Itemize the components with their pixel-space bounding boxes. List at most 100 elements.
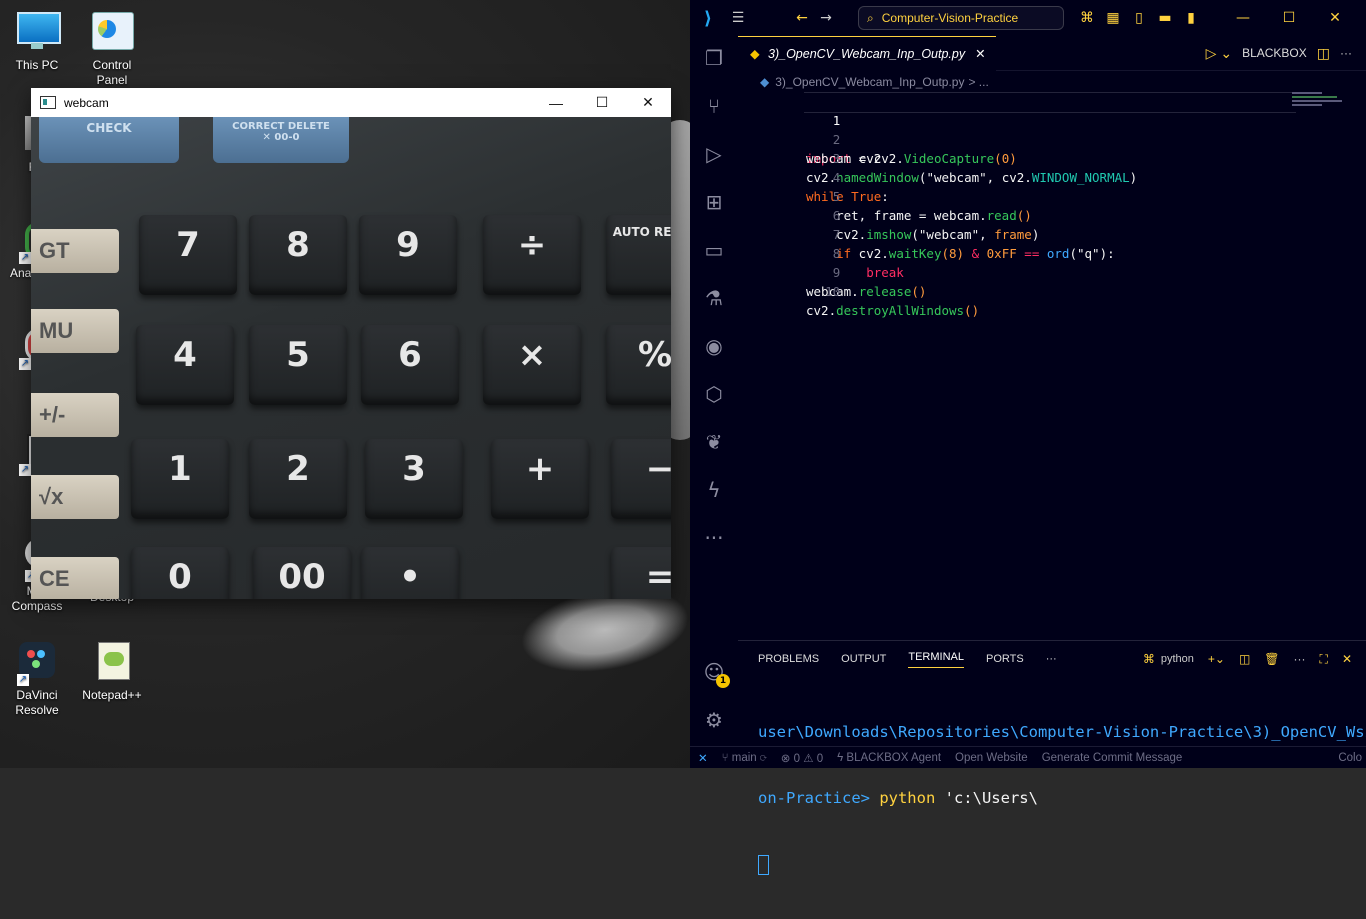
close-button[interactable]: ✕: [625, 88, 671, 117]
terminal-cursor: [758, 854, 769, 875]
control-panel-icon: [90, 10, 134, 54]
close-button[interactable]: ✕: [1312, 10, 1358, 26]
panel-tabs: PROBLEMS OUTPUT TERMINAL PORTS ··· ⌘ pyt…: [738, 641, 1366, 677]
minimap[interactable]: [1292, 92, 1352, 122]
code-line: 1 import cv2: [738, 92, 1366, 166]
branch-icon: ⑂: [721, 751, 732, 764]
editor-actions: ▷ ⌄ BLACKBOX ◫ ···: [1206, 45, 1366, 62]
github-icon[interactable]: ◉: [690, 326, 738, 366]
webcam-window[interactable]: webcam — ☐ ✕ CHECK CORRECT DELETE ✕ 00-0…: [31, 88, 671, 599]
tab-terminal[interactable]: TERMINAL: [908, 651, 964, 668]
tab-ports[interactable]: PORTS: [986, 653, 1024, 665]
terminal-prompt: on-Practice>: [758, 789, 870, 807]
code-line: 2 webcam = cv2.VideoCapture(0): [738, 111, 1366, 166]
code-line: 4 while True:: [738, 149, 1366, 204]
lightning-icon[interactable]: ϟ: [690, 470, 738, 510]
calculator-key: ×: [483, 325, 581, 405]
more-actions-icon[interactable]: ···: [1340, 46, 1352, 60]
accounts-icon[interactable]: ☺ 1: [690, 652, 738, 692]
calculator-key: 9: [359, 215, 457, 295]
desktop-icon-control-panel[interactable]: Control Panel: [77, 10, 147, 88]
branch-name: main: [731, 751, 757, 764]
minimize-button[interactable]: —: [1220, 10, 1266, 26]
run-python-icon[interactable]: ▷ ⌄: [1206, 45, 1232, 62]
vscode-window: ⟩ ☰ ← → ⌕ Computer-Vision-Practice ⌘ ▦ ▯…: [690, 0, 1366, 875]
code-line: 5 ret, frame = webcam.read(): [738, 168, 1366, 223]
kill-terminal-icon[interactable]: 🗑: [1264, 652, 1279, 666]
back-arrow-icon[interactable]: ←: [790, 10, 814, 26]
breadcrumb-file[interactable]: 3)_OpenCV_Webcam_Inp_Outp.py: [775, 75, 964, 89]
sync-icon: ⟳: [759, 751, 767, 764]
calculator-key: +: [491, 439, 589, 519]
new-terminal-icon[interactable]: +⌄: [1208, 652, 1225, 666]
close-panel-icon[interactable]: ✕: [1342, 652, 1352, 666]
shortcut-arrow-icon: ↗: [17, 674, 29, 686]
panel-more-icon[interactable]: ···: [1046, 653, 1057, 665]
forward-arrow-icon[interactable]: →: [814, 10, 838, 26]
mongodb-leaf-icon[interactable]: ❦: [690, 422, 738, 462]
source-control-icon[interactable]: ⑂: [690, 86, 738, 126]
command-center-search[interactable]: ⌕ Computer-Vision-Practice: [858, 6, 1064, 30]
open-website-status[interactable]: Open Website: [955, 752, 1028, 764]
color-status[interactable]: Colo: [1338, 752, 1366, 764]
breadcrumb[interactable]: ◆ 3)_OpenCV_Webcam_Inp_Outp.py > ...: [738, 71, 1366, 93]
toggle-sidebar-icon[interactable]: ▯: [1126, 10, 1152, 26]
code-editor[interactable]: 1 import cv2 2 webcam = cv2.VideoCapture…: [738, 92, 1366, 318]
desktop-icon-this-pc[interactable]: This PC: [2, 10, 72, 73]
tab-output[interactable]: OUTPUT: [841, 653, 886, 665]
webcam-titlebar[interactable]: webcam — ☐ ✕: [31, 88, 671, 117]
editor-tab-active[interactable]: ◆ 3)_OpenCV_Webcam_Inp_Outp.py ✕: [738, 35, 996, 71]
current-line-highlight: [804, 92, 1296, 113]
split-editor-icon[interactable]: ◫: [1317, 45, 1330, 62]
run-debug-icon[interactable]: ▷: [690, 134, 738, 174]
calculator-side-key: GT: [31, 229, 119, 273]
status-bar: ✕ ⑂ main ⟳ ⊗ 0 ⚠ 0 ϟ BLACKBOX Agent Open…: [690, 746, 1366, 768]
split-terminal-icon[interactable]: ◫: [1239, 652, 1250, 666]
terminal-shell-icon: ⌘: [1142, 652, 1155, 666]
maximize-button[interactable]: ☐: [579, 88, 625, 117]
remote-indicator-icon[interactable]: ✕: [698, 751, 708, 765]
settings-gear-icon[interactable]: ⚙: [690, 700, 738, 740]
toggle-panel-icon[interactable]: ▬: [1152, 10, 1178, 26]
tab-label: 3)_OpenCV_Webcam_Inp_Outp.py: [768, 46, 966, 61]
code-line: 3 cv2.namedWindow("webcam", cv2.WINDOW_N…: [738, 130, 1366, 185]
generate-commit-status[interactable]: Generate Commit Message: [1042, 752, 1183, 764]
extensions-icon[interactable]: ⊞: [690, 182, 738, 222]
copilot-icon[interactable]: ⌘: [1074, 10, 1100, 26]
explorer-icon[interactable]: ❐: [690, 38, 738, 78]
editor-tabs: ◆ 3)_OpenCV_Webcam_Inp_Outp.py ✕ ▷ ⌄ BLA…: [738, 35, 1366, 71]
layout-panels-icon[interactable]: ▦: [1100, 10, 1126, 26]
blackbox-agent-label: BLACKBOX Agent: [846, 751, 942, 764]
menu-icon[interactable]: ☰: [726, 10, 750, 26]
terminal-output[interactable]: user\Downloads\Repositories\Computer-Vis…: [738, 677, 1366, 919]
problems-status[interactable]: ⊗ 0 ⚠ 0: [781, 751, 823, 765]
maximize-panel-icon[interactable]: ⛶: [1320, 652, 1328, 667]
testing-icon[interactable]: ⚗: [690, 278, 738, 318]
activity-bar: ❐ ⑂ ▷ ⊞ ▭ ⚗ ◉ ⬡ ❦ ϟ ··· ☺ 1 ⚙: [690, 36, 738, 746]
toggle-secondary-sidebar-icon[interactable]: ▮: [1178, 10, 1204, 26]
tab-problems[interactable]: PROBLEMS: [758, 653, 819, 665]
shortcut-arrow-icon: ↗: [19, 252, 31, 264]
calculator-side-key: MU: [31, 309, 119, 353]
breadcrumb-more[interactable]: > ...: [968, 75, 988, 89]
desktop-icon-notepadpp[interactable]: Notepad++: [77, 640, 147, 703]
blackbox-button[interactable]: BLACKBOX: [1242, 46, 1307, 60]
tab-close-icon[interactable]: ✕: [975, 46, 985, 61]
branch-status[interactable]: ⑂ main ⟳: [722, 752, 767, 764]
remote-explorer-icon[interactable]: ▭: [690, 230, 738, 270]
desktop-icon-davinci[interactable]: ↗ DaVinci Resolve: [2, 640, 72, 718]
calculator-key: 1: [131, 439, 229, 519]
calculator-key: 0: [131, 547, 229, 599]
calculator-check-key: CHECK: [39, 117, 179, 163]
more-icon[interactable]: ···: [690, 518, 738, 558]
containers-icon[interactable]: ⬡: [690, 374, 738, 414]
panel-more-icon[interactable]: ···: [1294, 652, 1306, 666]
maximize-button[interactable]: ☐: [1266, 10, 1312, 26]
shortcut-arrow-icon: ↗: [19, 358, 31, 370]
blackbox-agent-status[interactable]: ϟ BLACKBOX Agent: [837, 752, 941, 764]
accounts-badge: 1: [716, 674, 730, 688]
calculator-key: 3: [365, 439, 463, 519]
terminal-shell-name[interactable]: python: [1161, 653, 1194, 665]
python-file-icon: ◆: [760, 75, 770, 89]
minimize-button[interactable]: —: [533, 88, 579, 117]
